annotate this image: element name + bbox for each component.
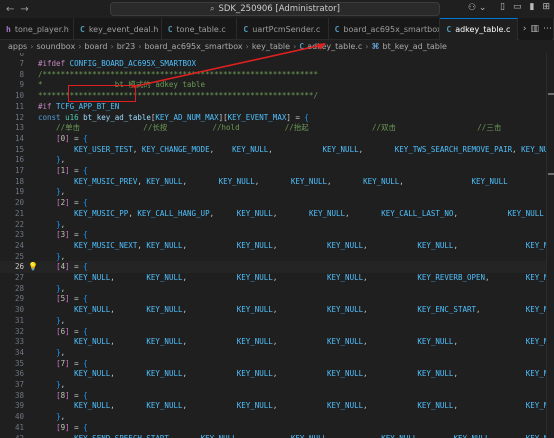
forward-arrow-icon[interactable]: → (20, 4, 28, 15)
more-actions-icon[interactable]: ⋯ (543, 24, 552, 34)
tab-actions: › ▥ ⋯ (518, 18, 552, 40)
breadcrumb-separator-icon: › (138, 42, 142, 51)
editor-scrollbar[interactable] (546, 53, 554, 438)
tab-key-event-deal-h[interactable]: Ckey_event_deal.h (74, 18, 162, 40)
tab-label: uartPcmSender.c (252, 24, 321, 34)
breadcrumb-item[interactable]: soundbox (36, 42, 75, 51)
breadcrumb-separator-icon: › (78, 42, 82, 51)
tab-label: key_event_deal.h (88, 24, 159, 34)
copilot-icon[interactable]: ⚇ ⌄ (468, 3, 486, 13)
breadcrumb-item[interactable]: key_table (252, 42, 290, 51)
scrollbar-mark (548, 173, 554, 175)
tab-board-ac695x-smartbox-h[interactable]: Cboard_ac695x_smartbox.h (329, 18, 441, 40)
layout-icon[interactable]: ▮ (530, 2, 535, 12)
breadcrumb-separator-icon: › (365, 42, 369, 51)
breadcrumb-item[interactable]: bt_key_ad_table (383, 42, 447, 51)
c-file-icon: C (79, 24, 85, 34)
back-arrow-icon[interactable]: ← (6, 4, 14, 15)
h-file-icon: h (6, 24, 11, 34)
search-icon: ⌕ (210, 4, 215, 13)
customize-layout-icon[interactable]: ⊞ (542, 2, 550, 12)
c-file-icon: C (243, 24, 249, 34)
breadcrumb-item[interactable]: board_ac695x_smartbox (144, 42, 242, 51)
tab-label: tone_table.c (176, 24, 226, 34)
tab-label: adkey_table.c (455, 25, 511, 34)
code-text: KEY_SEND_SPEECH_START, KEY_NULL, KEY_NUL… (74, 433, 554, 438)
breadcrumb-separator-icon: › (30, 42, 34, 51)
chevron-right-icon[interactable]: › (523, 24, 527, 34)
line-number: 42 (14, 433, 24, 438)
code-line[interactable]: 42 KEY_SEND_SPEECH_START, KEY_NULL, KEY_… (0, 433, 554, 438)
symbol-variable-icon: ⌘ (371, 42, 380, 51)
tab-adkey-table-c[interactable]: Cadkey_table.c× (440, 18, 518, 40)
annotation-highlight-box (68, 85, 136, 102)
layout-controls: ▯ ▭ ▮ ⊞ (500, 2, 550, 12)
nav-arrows: ← → (0, 4, 120, 15)
c-file-icon: C (446, 25, 452, 34)
c-file-icon: C (334, 24, 340, 34)
tab-uartpcmsender-c[interactable]: CuartPcmSender.c (237, 18, 329, 40)
tab-tone-table-c[interactable]: Ctone_table.c (162, 18, 238, 40)
tab-label: tone_player.h (14, 24, 69, 34)
c-file-icon: C (167, 24, 173, 34)
breadcrumb-item[interactable]: adkey_table.c (307, 42, 362, 51)
toggle-sidebar-icon[interactable]: ▯ (500, 2, 505, 12)
command-center[interactable]: ⌕ SDK_250906 [Administrator] (110, 2, 440, 16)
scrollbar-mark (548, 93, 554, 95)
breadcrumb-separator-icon: › (293, 42, 297, 51)
breadcrumb-separator-icon: › (245, 42, 249, 51)
breadcrumb-item[interactable]: br23 (117, 42, 136, 51)
editor-tabs: h tone_player.h Ckey_event_deal.h Ctone_tab… (0, 18, 554, 40)
title-bar: ← → ⌕ SDK_250906 [Administrator] ⚇ ⌄ ▯ ▭… (0, 0, 554, 18)
code-editor[interactable]: 6 7 #ifdef CONFIG_BOARD_AC695X_SMARTBOX 8/*… (0, 53, 554, 438)
tab-tone-player-h[interactable]: h tone_player.h (0, 18, 74, 40)
c-file-icon: C (299, 42, 305, 51)
toggle-panel-icon[interactable]: ▭ (513, 2, 522, 12)
breadcrumb-item[interactable]: apps (8, 42, 27, 51)
split-editor-icon[interactable]: ▥ (530, 24, 539, 34)
command-center-label: SDK_250906 [Administrator] (218, 4, 340, 14)
breadcrumb-separator-icon: › (110, 42, 114, 51)
breadcrumb: apps › soundbox › board › br23 › board_ac695x_sm… (0, 40, 554, 53)
tab-label: board_ac695x_smartbox.h (343, 24, 441, 34)
breadcrumb-item[interactable]: board (84, 42, 107, 51)
